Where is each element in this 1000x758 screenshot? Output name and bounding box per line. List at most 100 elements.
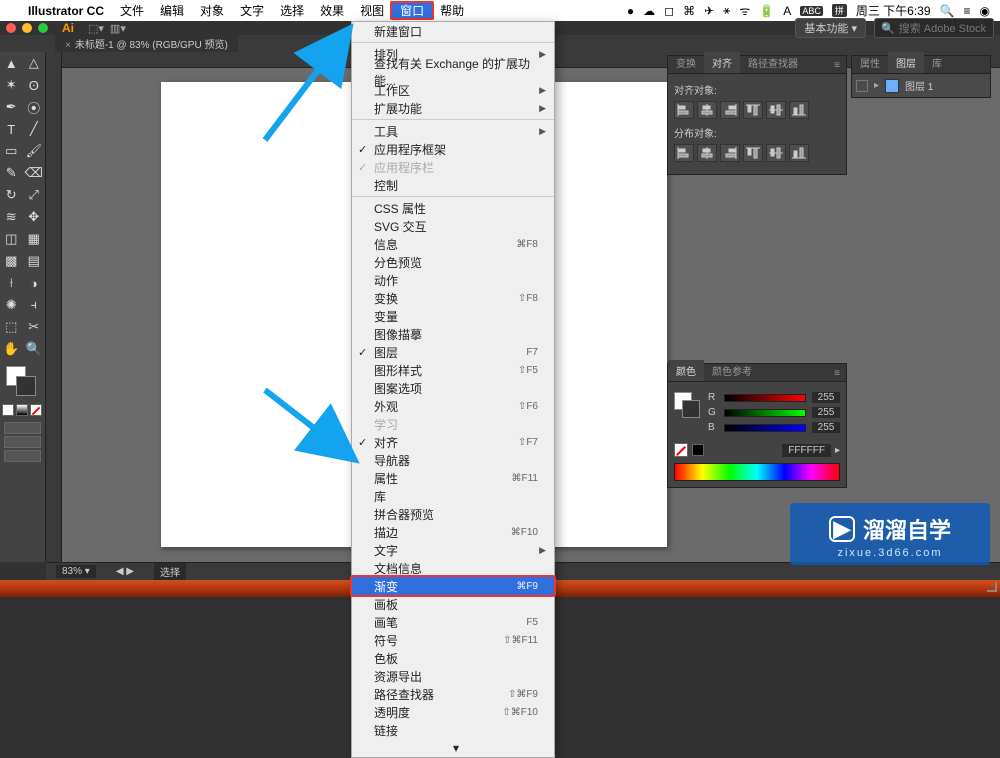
menu-select[interactable]: 选择 [272,2,312,19]
distribute-button-5[interactable] [789,144,809,162]
distribute-button-1[interactable] [697,144,717,162]
menu-item-工作区[interactable]: 工作区 [352,81,554,99]
menu-help[interactable]: 帮助 [432,2,472,19]
draw-mode-behind[interactable] [4,436,41,448]
layer-row[interactable]: ▸ 图层 1 [852,74,990,97]
menu-item-资源导出[interactable]: 资源导出 [352,667,554,685]
menubar-battery-icon[interactable]: 🔋 [759,4,774,18]
libraries-tab[interactable]: 库 [924,52,950,73]
lasso-tool[interactable]: ʘ [23,74,46,96]
menu-item-画笔[interactable]: 画笔F5 [352,613,554,631]
menubar-siri-icon[interactable]: ◉ [980,4,990,18]
panel-options-icon[interactable]: ≡ [828,366,846,381]
arrange-docs-icon[interactable]: ▥▾ [110,22,126,35]
gradient-mode[interactable] [16,404,28,416]
menu-item-库[interactable]: 库 [352,487,554,505]
menu-item-CSS 属性[interactable]: CSS 属性 [352,199,554,217]
menu-item-画板[interactable]: 画板 [352,595,554,613]
align-button-2[interactable] [720,101,740,119]
status-tool[interactable]: 选择 [154,563,186,580]
menu-item-动作[interactable]: 动作 [352,271,554,289]
menu-item-新建窗口[interactable]: 新建窗口 [352,22,554,40]
menu-item-描边[interactable]: 描边⌘F10 [352,523,554,541]
menubar-input-pinyin[interactable]: 拼 [832,4,847,17]
distribute-button-2[interactable] [720,144,740,162]
free-transform-tool[interactable]: ✥ [23,206,46,228]
distribute-button-4[interactable] [766,144,786,162]
pen-tool[interactable]: ✒ [0,96,23,118]
menu-item-图像描摹[interactable]: 图像描摹 [352,325,554,343]
menubar-user-icon[interactable]: ● [627,4,634,18]
eraser-tool[interactable]: ⌫ [23,162,46,184]
mesh-tool[interactable]: ▩ [0,250,23,272]
slice-tool[interactable]: ✂ [23,316,46,338]
graph-tool[interactable]: ⫞ [23,294,46,316]
menubar-cloud-icon[interactable]: ☁ [643,4,655,18]
layer-expand-icon[interactable]: ▸ [874,80,879,91]
none-color-button[interactable] [674,443,688,457]
blend-tool[interactable]: ◑ [23,272,46,294]
menu-item-图案选项[interactable]: 图案选项 [352,379,554,397]
green-slider[interactable] [724,409,806,417]
menu-item-文档信息[interactable]: 文档信息 [352,559,554,577]
menu-item-扩展功能[interactable]: 扩展功能 [352,99,554,117]
document-tab[interactable]: ×未标题-1 @ 83% (RGB/GPU 预览) [55,34,238,53]
type-tool[interactable]: T [0,118,23,140]
layer-name[interactable]: 图层 1 [905,78,933,93]
nav-arrows[interactable]: ◀ ▶ [116,566,134,577]
width-tool[interactable]: ≋ [0,206,23,228]
menu-item-信息[interactable]: 信息⌘F8 [352,235,554,253]
menu-scroll-down-icon[interactable]: ▾ [352,739,554,757]
menubar-datetime[interactable]: 周三 下午6:39 [856,2,931,19]
menu-item-符号[interactable]: 符号⇧⌘F11 [352,631,554,649]
none-mode[interactable] [30,404,42,416]
menu-item-分色预览[interactable]: 分色预览 [352,253,554,271]
menu-item-对齐[interactable]: ✓对齐⇧F7 [352,433,554,451]
stock-search-input[interactable]: 🔍搜索 Adobe Stock [874,18,994,38]
distribute-button-3[interactable] [743,144,763,162]
hex-field[interactable]: FFFFFF [782,444,831,457]
menu-object[interactable]: 对象 [192,2,232,19]
menu-item-链接[interactable]: 链接 [352,721,554,739]
color-spectrum[interactable] [674,463,840,481]
align-button-1[interactable] [697,101,717,119]
black-swatch[interactable] [692,444,704,456]
rotate-tool[interactable]: ↻ [0,184,23,206]
zoom-field[interactable]: 83% ▾ [56,565,96,578]
properties-tab[interactable]: 属性 [852,52,888,73]
direct-selection-tool[interactable]: △ [23,52,46,74]
menu-item-色板[interactable]: 色板 [352,649,554,667]
align-button-5[interactable] [789,101,809,119]
menu-item-外观[interactable]: 外观⇧F6 [352,397,554,415]
solid-color-mode[interactable] [2,404,14,416]
menu-item-图形样式[interactable]: 图形样式⇧F5 [352,361,554,379]
menu-effect[interactable]: 效果 [312,2,352,19]
window-maximize-button[interactable] [38,23,48,33]
hex-picker-icon[interactable]: ▸ [835,445,840,456]
distribute-button-0[interactable] [674,144,694,162]
menu-item-路径查找器[interactable]: 路径查找器⇧⌘F9 [352,685,554,703]
bridge-shortcut-icon[interactable]: ⬚▾ [88,22,104,35]
menu-item-拼合器预览[interactable]: 拼合器预览 [352,505,554,523]
window-minimize-button[interactable] [22,23,32,33]
draw-mode-normal[interactable] [4,422,41,434]
close-tab-icon[interactable]: × [65,40,71,51]
hand-tool[interactable]: ✋ [0,338,23,360]
app-name[interactable]: Illustrator CC [20,4,112,18]
align-button-0[interactable] [674,101,694,119]
menubar-input-abc[interactable]: ABC [800,6,823,16]
rectangle-tool[interactable]: ▭ [0,140,23,162]
magic-wand-tool[interactable]: ✶ [0,74,23,96]
transform-tab[interactable]: 变换 [668,52,704,73]
artboard-tool[interactable]: ⬚ [0,316,23,338]
red-value[interactable]: 255 [812,392,840,403]
menu-item-查找有关 Exchange 的扩展功能...[interactable]: 查找有关 Exchange 的扩展功能... [352,63,554,81]
color-guide-tab[interactable]: 颜色参考 [704,360,760,381]
menu-item-变换[interactable]: 变换⇧F8 [352,289,554,307]
scale-tool[interactable]: ⤢ [23,184,46,206]
menubar-pencil-icon[interactable]: ⌘ [683,4,695,18]
color-swatch-pair[interactable] [674,392,700,418]
selection-tool[interactable]: ▲ [0,52,23,74]
menu-type[interactable]: 文字 [232,2,272,19]
zoom-tool[interactable]: 🔍 [23,338,46,360]
